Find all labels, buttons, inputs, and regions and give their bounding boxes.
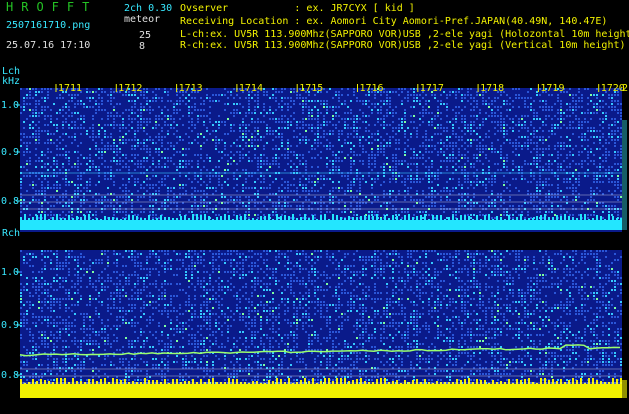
right-edge-marker: [622, 120, 627, 230]
time-tick-label: 1711: [58, 83, 82, 94]
time-tick-label: 1718: [480, 83, 504, 94]
time-tick-label: 1719: [540, 83, 564, 94]
time-tick-label: 1716: [360, 83, 384, 94]
baseline-band-rch: [20, 384, 622, 398]
time-tick-label: 1714: [239, 83, 263, 94]
time-tick-label: 1715: [299, 83, 323, 94]
time-tick-label: 1712: [118, 83, 142, 94]
spectrogram-chart: LchkHz1.00.90.8Rch1.00.90.81711171217131…: [0, 0, 629, 410]
time-tick-label: 1713: [179, 83, 203, 94]
panel-label-rch: Rch: [2, 228, 20, 239]
time-tick-label: 2: [622, 83, 628, 94]
time-tick-label: 1717: [420, 83, 444, 94]
panel-unit-label: kHz: [2, 76, 20, 87]
spectrogram-svg: LchkHz1.00.90.8Rch1.00.90.81711171217131…: [0, 0, 629, 410]
baseline-band-lch: [20, 220, 622, 230]
right-edge-marker: [622, 380, 627, 398]
